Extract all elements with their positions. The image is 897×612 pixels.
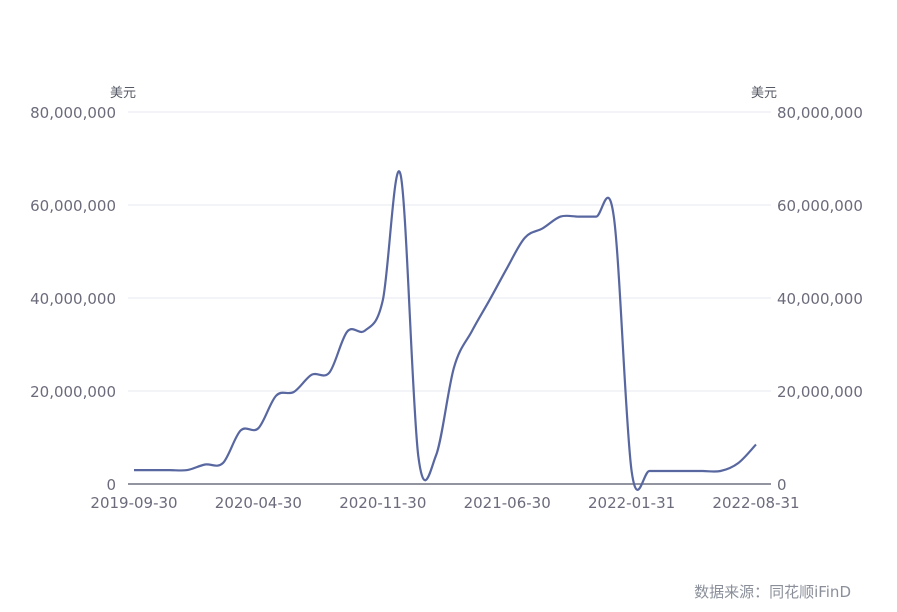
series-layer: [134, 170, 757, 491]
y-tick-label-right-0: 0: [777, 476, 787, 494]
y-tick-label-right-3: 60,000,000: [777, 197, 863, 215]
x-tick-label-5: 2022-08-31: [712, 494, 799, 512]
line-chart: 美元 美元 2019-09-30 2020-04-30 2020-11-30 2021…: [30, 86, 863, 512]
y-tick-label-right-4: 80,000,000: [777, 104, 863, 122]
y-axis-unit-left: 美元: [110, 86, 136, 101]
y-tick-labels-left: 0 20,000,000 40,000,000 60,000,000 80,000,00…: [30, 104, 116, 494]
y-tick-label-right-1: 20,000,000: [777, 383, 863, 401]
x-tick-labels: 2019-09-30 2020-04-30 2020-11-30 2021-06-30…: [90, 494, 799, 512]
y-tick-label-left-4: 80,000,000: [30, 104, 116, 122]
y-axis-unit-right: 美元: [751, 86, 777, 101]
x-tick-label-3: 2021-06-30: [464, 494, 551, 512]
y-tick-label-right-2: 40,000,000: [777, 290, 863, 308]
grid-lines: [128, 111, 771, 392]
y-tick-label-left-2: 40,000,000: [30, 290, 116, 308]
x-tick-label-4: 2022-01-31: [588, 494, 675, 512]
x-tick-label-2: 2020-11-30: [339, 494, 426, 512]
x-tick-label-0: 2019-09-30: [90, 494, 177, 512]
y-tick-label-left-0: 0: [106, 476, 116, 494]
data-source-note: 数据来源：同花顺iFinD: [694, 583, 851, 601]
y-tick-labels-right: 0 20,000,000 40,000,000 60,000,000 80,000,00…: [777, 104, 863, 494]
x-tick-label-1: 2020-04-30: [215, 494, 302, 512]
series-line: [134, 170, 757, 491]
y-tick-label-left-1: 20,000,000: [30, 383, 116, 401]
y-tick-label-left-3: 60,000,000: [30, 197, 116, 215]
